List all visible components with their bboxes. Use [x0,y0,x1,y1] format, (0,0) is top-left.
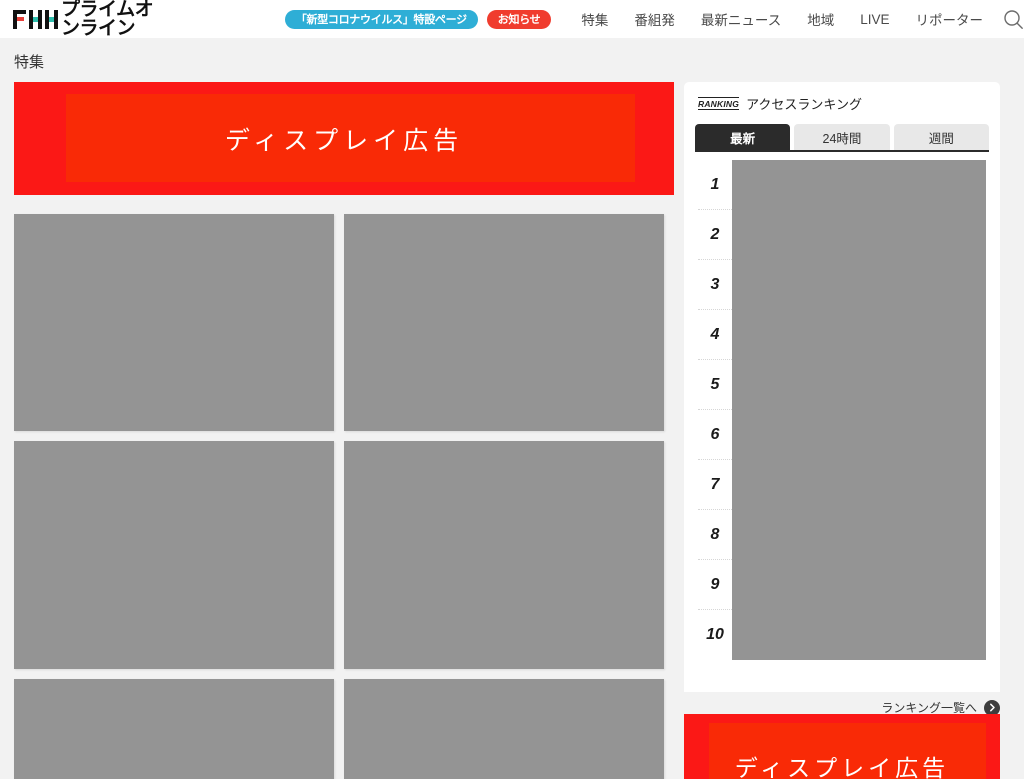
nav-item-tokushu[interactable]: 特集 [581,9,608,29]
pill-covid-special-page[interactable]: 「新型コロナウイルス」特設ページ [284,9,478,29]
ranking-position: 1 [710,175,720,193]
nav-item-reporter[interactable]: リポーター [916,9,984,29]
ranking-thumbnail [732,209,986,260]
header-pill-group: 「新型コロナウイルス」特設ページ お知らせ [284,9,552,29]
ranking-position: 6 [710,425,720,443]
ranking-list: 1 2 3 4 5 6 7 8 9 10 [684,159,1000,660]
ranking-thumbnail [732,409,986,460]
ranking-badge: RANKING [698,97,740,110]
ranking-position: 8 [710,525,720,543]
access-ranking-panel: RANKING アクセスランキング 最新 24時間 週間 1 2 3 4 5 6… [684,82,1000,692]
ranking-row[interactable]: 10 [698,610,986,660]
ranking-header: RANKING アクセスランキング [684,82,1000,113]
ranking-position: 9 [710,575,720,593]
ranking-thumbnail [732,509,986,560]
site-header: プライムオンライン 「新型コロナウイルス」特設ページ お知らせ 特集 番組発 最… [0,0,1024,41]
ranking-row[interactable]: 8 [698,509,986,560]
ranking-position: 7 [710,475,720,493]
ranking-row[interactable]: 2 [698,209,986,260]
feature-card[interactable] [14,214,334,431]
ranking-row[interactable]: 3 [698,259,986,310]
nav-item-bangumihatsu[interactable]: 番組発 [634,9,675,29]
ranking-thumbnail [732,559,986,610]
tab-weekly[interactable]: 週間 [893,124,989,150]
ranking-thumbnail [732,459,986,510]
ranking-thumbnail [732,309,986,360]
display-ad-top-label: ディスプレイ広告 [224,126,464,155]
ranking-row[interactable]: 1 [698,159,986,210]
nav-item-region[interactable]: 地域 [807,9,834,29]
ranking-row[interactable]: 4 [698,309,986,360]
main-column: ディスプレイ広告 [14,82,674,779]
feature-card-grid [14,214,674,779]
tab-24hours[interactable]: 24時間 [794,124,890,150]
display-ad-bottom[interactable]: ディスプレイ広告 [684,714,1000,779]
ranking-title: アクセスランキング [746,97,863,112]
fnn-logo-mark [13,9,58,29]
site-logo[interactable]: プライムオンライン [13,0,171,38]
pill-notice[interactable]: お知らせ [486,9,552,29]
ranking-thumbnail [732,159,986,210]
ranking-row[interactable]: 7 [698,459,986,510]
logo-letter-n-1 [29,9,42,29]
ranking-position: 5 [710,375,720,393]
logo-letter-f [13,9,26,29]
display-ad-bottom-label: ディスプレイ広告 [734,754,950,779]
search-icon[interactable] [1003,8,1024,30]
feature-card[interactable] [14,441,334,669]
feature-card[interactable] [344,214,664,431]
ranking-position: 10 [706,626,724,643]
ranking-thumbnail [732,610,986,660]
main-nav: 特集 番組発 最新ニュース 地域 LIVE リポーター [581,9,983,29]
page-body: 特集 ディスプレイ広告 RANKING アクセスランキング 最新 24時間 週間 [0,38,1024,779]
ranking-tabs: 最新 24時間 週間 [695,124,989,152]
nav-item-latest-news[interactable]: 最新ニュース [701,9,781,29]
feature-card[interactable] [344,441,664,669]
feature-card[interactable] [344,679,664,779]
ranking-thumbnail [732,359,986,410]
display-ad-top[interactable]: ディスプレイ広告 [14,82,674,195]
ranking-position: 2 [710,225,720,243]
ranking-position: 4 [710,325,720,343]
page-title: 特集 [14,54,45,71]
logo-letter-n-2 [45,9,58,29]
tab-latest[interactable]: 最新 [695,124,791,150]
ranking-row[interactable]: 5 [698,359,986,410]
ranking-position: 3 [710,275,720,293]
nav-item-live[interactable]: LIVE [860,12,889,27]
ranking-thumbnail [732,259,986,310]
logo-text: プライムオンライン [61,0,154,39]
ranking-row[interactable]: 9 [698,559,986,610]
ranking-row[interactable]: 6 [698,409,986,460]
feature-card[interactable] [14,679,334,779]
